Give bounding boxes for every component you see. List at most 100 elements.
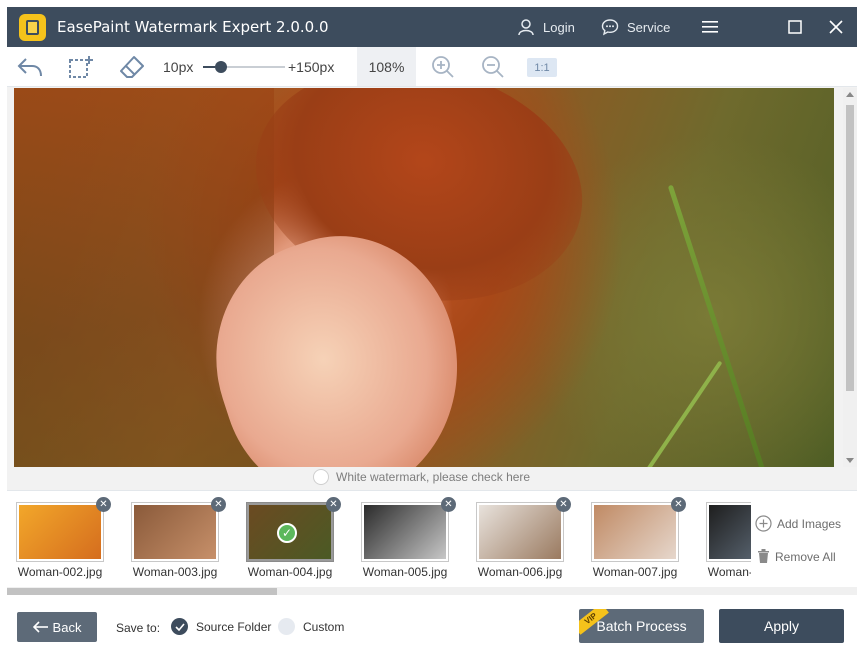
app-title: EasePaint Watermark Expert 2.0.0.0 [57, 18, 329, 36]
app-logo-icon [19, 14, 46, 41]
batch-process-button[interactable]: VIP Batch Process [579, 609, 704, 643]
thumbnail-item[interactable]: ✕ Woman-003.jpg [125, 497, 226, 579]
image-canvas: White watermark, please check here [7, 87, 857, 490]
service-button[interactable]: Service [601, 17, 670, 37]
toolbar: 10px +150px 108% 1:1 [7, 47, 857, 87]
vertical-scroll-thumb[interactable] [846, 105, 854, 391]
brush-size-min-label: 10px [163, 59, 194, 75]
zoom-out-button[interactable] [478, 53, 508, 81]
thumbnail-item[interactable]: ✕ ✓ Woman-004.jpg [240, 497, 341, 579]
back-label: Back [52, 619, 82, 635]
thumbnail-filename: Woman-007.jpg [592, 565, 678, 579]
back-button[interactable]: Back [17, 612, 97, 642]
thumbnail-strip: ✕ Woman-002.jpg ✕ Woman-003.jpg ✕ ✓ Woman-004.… [7, 490, 857, 588]
thumbnail-list: ✕ Woman-002.jpg ✕ Woman-003.jpg ✕ ✓ Woman-004.… [7, 491, 751, 583]
zoom-in-button[interactable] [428, 53, 458, 81]
add-images-button[interactable]: Add Images [755, 515, 841, 532]
scroll-up-icon[interactable] [846, 92, 854, 97]
login-button[interactable]: Login [517, 17, 575, 37]
thumbnail-image [364, 505, 446, 559]
footer: Back Save to: Source Folder Custom VIP B… [7, 596, 857, 658]
thumbnail-item[interactable]: ✕Woman-008.jpg [700, 499, 751, 579]
thumbnail-frame [476, 502, 564, 562]
maximize-icon [788, 20, 802, 34]
trash-icon [758, 549, 769, 563]
plus-circle-icon [755, 515, 772, 532]
remove-thumbnail-icon[interactable]: ✕ [441, 497, 456, 512]
save-to-label: Save to: [116, 621, 161, 635]
remove-all-button[interactable]: Remove All [757, 549, 836, 564]
chat-bubble-icon [601, 19, 619, 36]
rect-select-button[interactable] [66, 53, 96, 81]
eraser-icon [120, 56, 144, 78]
thumbnail-filename: Woman-006.jpg [477, 565, 563, 579]
thumbnail-item[interactable]: ✕ Woman-002.jpg [10, 497, 111, 579]
undo-icon [17, 58, 42, 77]
brush-size-fill [203, 66, 216, 68]
thumbnail-filename: Woman-002.jpg [17, 565, 103, 579]
thumbnail-filename: Woman-003.jpg [132, 565, 218, 579]
vertical-scrollbar[interactable] [843, 88, 857, 467]
custom-option[interactable]: Custom [278, 618, 344, 635]
white-watermark-label: White watermark, please check here [336, 470, 531, 484]
close-icon [829, 20, 843, 34]
thumbnail-image [594, 505, 676, 559]
zoom-out-icon [482, 56, 504, 78]
brush-size-slider[interactable] [203, 60, 285, 74]
remove-thumbnail-icon[interactable]: ✕ [96, 497, 111, 512]
apply-label: Apply [763, 618, 800, 634]
source-folder-radio[interactable] [171, 618, 188, 635]
thumbnail-filename: Woman-008.jpg [707, 565, 751, 579]
remove-thumbnail-icon[interactable]: ✕ [326, 497, 341, 512]
zoom-in-icon [432, 56, 454, 78]
thumbnail-frame [361, 502, 449, 562]
maximize-button[interactable] [781, 15, 809, 39]
thumbnail-item[interactable]: ✕ Woman-005.jpg [355, 497, 456, 579]
horizontal-scrollbar[interactable] [7, 587, 857, 595]
thumbnail-item[interactable]: ✕ Woman-006.jpg [470, 497, 571, 579]
horizontal-scroll-thumb[interactable] [7, 588, 277, 595]
check-icon [174, 622, 185, 631]
thumbnail-frame [591, 502, 679, 562]
rect-select-icon [69, 56, 93, 78]
title-bar: EasePaint Watermark Expert 2.0.0.0 Login… [7, 7, 857, 47]
close-button[interactable] [822, 15, 850, 39]
selected-check-icon: ✓ [277, 523, 297, 543]
thumbnail-item[interactable]: ✕ Woman-007.jpg [585, 497, 686, 579]
undo-button[interactable] [15, 53, 45, 81]
thumbnail-image [709, 505, 751, 559]
source-folder-label: Source Folder [196, 619, 272, 634]
thumbnail-frame [131, 502, 219, 562]
login-label: Login [543, 19, 575, 35]
main-image[interactable] [14, 88, 834, 467]
thumbnail-filename: Woman-004.jpg [247, 565, 333, 579]
custom-label: Custom [303, 619, 345, 634]
thumbnail-frame [16, 502, 104, 562]
remove-all-label: Remove All [775, 549, 836, 564]
apply-button[interactable]: Apply [719, 609, 844, 643]
thumbnail-filename: Woman-005.jpg [362, 565, 448, 579]
thumbnail-frame [706, 502, 751, 562]
add-images-label: Add Images [777, 516, 842, 531]
thumbnail-image [134, 505, 216, 559]
white-watermark-radio[interactable] [313, 469, 329, 485]
white-watermark-checkbox[interactable]: White watermark, please check here [313, 469, 530, 485]
remove-thumbnail-icon[interactable]: ✕ [211, 497, 226, 512]
source-folder-option[interactable]: Source Folder [171, 618, 271, 635]
scroll-down-icon[interactable] [846, 458, 854, 463]
thumbnail-image [19, 505, 101, 559]
remove-thumbnail-icon[interactable]: ✕ [671, 497, 686, 512]
back-arrow-icon [32, 621, 48, 633]
eraser-button[interactable] [117, 53, 147, 81]
brush-size-handle[interactable] [215, 61, 228, 73]
brush-size-max-label: +150px [288, 59, 335, 75]
zoom-level-display: 108% [357, 47, 416, 86]
custom-radio[interactable] [278, 618, 295, 635]
remove-thumbnail-icon[interactable]: ✕ [556, 497, 571, 512]
menu-button[interactable] [696, 15, 724, 39]
actual-size-button[interactable]: 1:1 [527, 58, 557, 77]
thumbnail-image [479, 505, 561, 559]
service-label: Service [627, 19, 671, 35]
user-icon [518, 19, 534, 36]
hamburger-icon [702, 21, 718, 33]
